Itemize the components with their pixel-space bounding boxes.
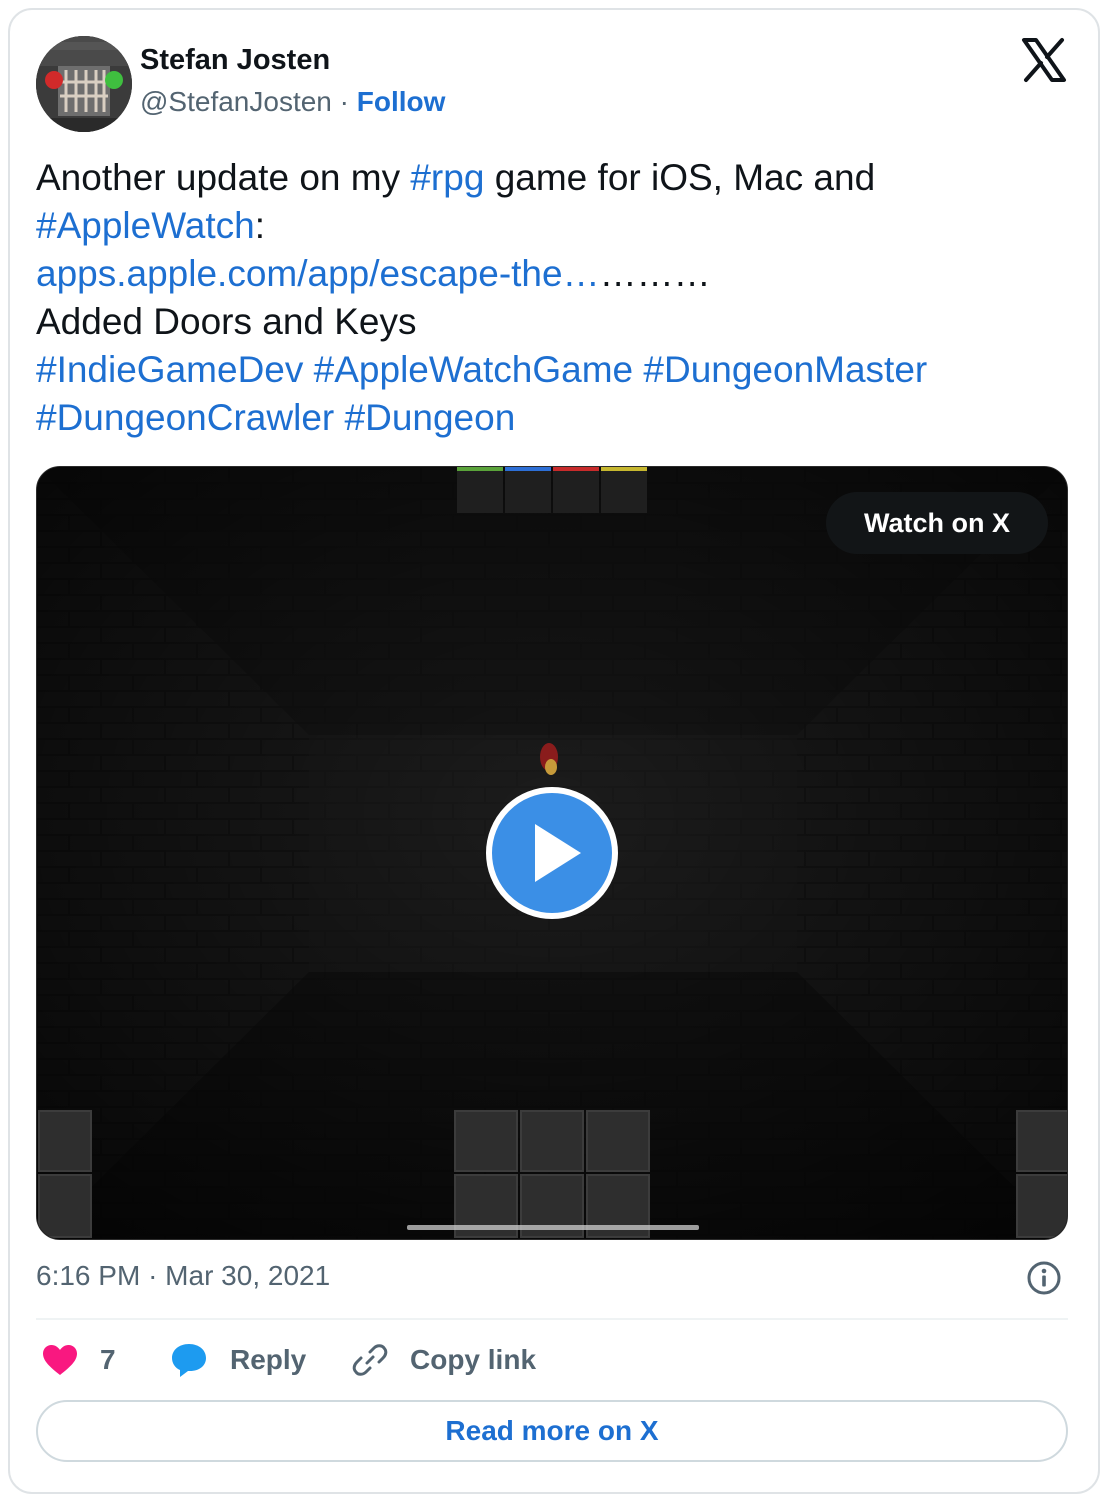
hashtag-rpg[interactable]: #rpg bbox=[410, 157, 484, 198]
hashtag-dungeonmaster[interactable]: #DungeonMaster bbox=[643, 349, 927, 390]
reply-bubble-icon bbox=[172, 1344, 206, 1377]
copy-link-button[interactable]: Copy link bbox=[352, 1338, 536, 1382]
hashtag-applewatchgame[interactable]: #AppleWatchGame bbox=[314, 349, 633, 390]
follow-button[interactable]: Follow bbox=[357, 86, 446, 117]
tweet-text-fragment: game for iOS, Mac and bbox=[484, 157, 876, 198]
divider bbox=[36, 1318, 1068, 1320]
tweet-text: Another update on my #rpg game for iOS, … bbox=[36, 154, 1066, 442]
read-more-button[interactable]: Read more on X bbox=[36, 1400, 1068, 1462]
tweet-date: Mar 30, 2021 bbox=[165, 1260, 331, 1291]
tweet-line-1: Another update on my #rpg game for iOS, … bbox=[36, 154, 1066, 202]
like-count: 7 bbox=[100, 1344, 116, 1375]
author-name[interactable]: Stefan Josten bbox=[140, 44, 330, 77]
hashtag-dungeon[interactable]: #Dungeon bbox=[345, 397, 516, 438]
info-icon[interactable] bbox=[1026, 1260, 1062, 1296]
copy-link-label: Copy link bbox=[410, 1344, 537, 1375]
heart-icon bbox=[43, 1345, 77, 1375]
tweet-text-fragment: ……… bbox=[599, 253, 711, 294]
author-handle[interactable]: @StefanJosten bbox=[140, 86, 332, 117]
hashtag-applewatch[interactable]: #AppleWatch bbox=[36, 205, 255, 246]
tweet-timestamp[interactable]: 6:16 PM · Mar 30, 2021 bbox=[36, 1260, 330, 1292]
author-handle-row: @StefanJosten · Follow bbox=[140, 86, 445, 118]
watch-on-x-button[interactable]: Watch on X bbox=[826, 492, 1048, 554]
tweet-line-6: #DungeonCrawler #Dungeon bbox=[36, 394, 1066, 442]
tweet-text-fragment: Another update on my bbox=[36, 157, 411, 198]
hashtag-dungeoncrawler[interactable]: #DungeonCrawler bbox=[36, 397, 334, 438]
tweet-line-2: #AppleWatch: bbox=[36, 202, 1066, 250]
tweet-line-4: Added Doors and Keys bbox=[36, 301, 417, 342]
tweet-text-fragment: : bbox=[254, 205, 265, 246]
dungeon-door-avatar-icon bbox=[36, 36, 132, 132]
reply-button[interactable]: Reply bbox=[170, 1338, 306, 1382]
play-icon[interactable] bbox=[485, 786, 619, 920]
like-button[interactable]: 7 bbox=[42, 1338, 116, 1382]
author-avatar[interactable] bbox=[36, 36, 132, 132]
reply-label: Reply bbox=[230, 1344, 307, 1375]
tweet-line-3: apps.apple.com/app/escape-the………… bbox=[36, 250, 1066, 298]
hashtag-indiegamedev[interactable]: #IndieGameDev bbox=[36, 349, 303, 390]
tweet-line-5: #IndieGameDev #AppleWatchGame #DungeonMa… bbox=[36, 346, 1066, 394]
app-store-link[interactable]: apps.apple.com/app/escape-the… bbox=[36, 253, 600, 294]
handle-separator: · bbox=[339, 86, 349, 117]
link-icon bbox=[352, 1344, 388, 1376]
tweet-time: 6:16 PM bbox=[36, 1260, 141, 1291]
timestamp-separator: · bbox=[148, 1260, 158, 1291]
x-logo-icon[interactable] bbox=[1020, 36, 1068, 84]
